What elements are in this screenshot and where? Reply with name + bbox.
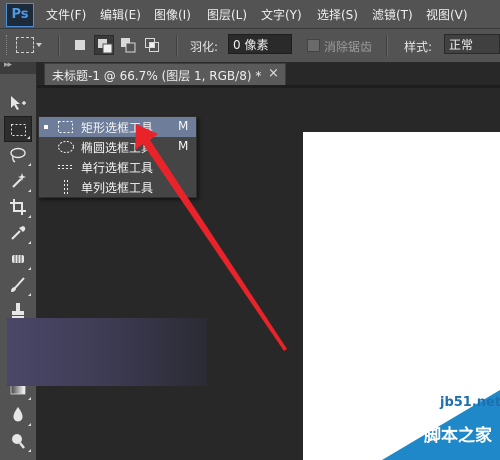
lasso-tool[interactable] <box>4 142 32 168</box>
blur-drop-icon <box>13 407 23 422</box>
watermark-name: 脚本之家 <box>424 426 492 446</box>
new-selection-button[interactable] <box>70 35 90 55</box>
magic-wand-tool[interactable] <box>4 168 32 194</box>
tools-panel: ▸▸ <box>0 60 37 460</box>
collapse-icon[interactable]: ▸▸ <box>4 60 12 70</box>
elliptical-marquee-icon <box>58 141 74 153</box>
menu-type[interactable]: 文字(Y) <box>261 6 302 23</box>
options-bar: 羽化: 0 像素 消除锯齿 样式: 正常 <box>0 29 500 63</box>
flyout-item-single-row-marquee[interactable]: 单行选框工具 <box>39 157 196 177</box>
blurred-region <box>7 318 207 386</box>
style-label: 样式: <box>404 40 433 54</box>
marquee-tools-flyout: 矩形选框工具 M 椭圆选框工具 M 单行选框工具 单列选框工具 <box>38 116 197 198</box>
options-grip[interactable] <box>6 35 9 55</box>
feather-input[interactable]: 0 像素 <box>228 34 292 54</box>
tool-group-indicator <box>28 215 31 218</box>
magic-wand-icon <box>12 173 26 188</box>
move-tool[interactable] <box>4 90 32 116</box>
dodge-tool[interactable] <box>4 428 32 454</box>
watermark-url: jb51.net <box>440 395 500 410</box>
feather-label: 羽化: <box>190 40 219 54</box>
document-tab[interactable]: 未标题-1 @ 66.7% (图层 1, RGB/8) * × <box>44 63 286 86</box>
new-selection-icon <box>75 40 85 50</box>
intersect-selection-button[interactable] <box>142 35 162 55</box>
brush-icon <box>11 277 25 292</box>
flyout-item-shortcut: M <box>178 119 189 133</box>
move-icon <box>11 96 26 110</box>
divider <box>58 35 60 57</box>
flyout-item-shortcut: M <box>178 139 189 153</box>
healing-brush-icon <box>12 255 24 263</box>
style-select[interactable]: 正常 <box>444 34 500 54</box>
menu-image[interactable]: 图像(I) <box>154 6 191 23</box>
tool-group-indicator <box>28 423 31 426</box>
tool-preset-icon[interactable] <box>16 37 34 53</box>
rectangular-marquee-icon <box>11 124 26 136</box>
antialias-checkbox[interactable] <box>307 39 320 52</box>
tool-group-indicator <box>27 136 30 139</box>
intersect-selection-icon <box>145 38 159 52</box>
flyout-item-single-column-marquee[interactable]: 单列选框工具 <box>39 177 196 197</box>
tool-group-indicator <box>28 293 31 296</box>
tools-panel-header[interactable]: ▸▸ <box>0 60 36 74</box>
crop-tool[interactable] <box>4 194 32 220</box>
tool-group-indicator <box>28 397 31 400</box>
flyout-item-label: 单列选框工具 <box>81 181 154 195</box>
menu-layer[interactable]: 图层(L) <box>207 6 247 23</box>
subtract-from-selection-icon <box>121 38 136 53</box>
tab-divider <box>37 85 500 88</box>
menu-filter[interactable]: 滤镜(T) <box>372 6 413 23</box>
flyout-item-label: 矩形选框工具 <box>81 121 154 135</box>
eyedropper-icon <box>11 226 26 240</box>
rectangular-marquee-icon <box>58 121 73 133</box>
subtract-from-selection-button[interactable] <box>118 35 138 55</box>
eyedropper-tool[interactable] <box>4 220 32 246</box>
tool-group-indicator <box>28 163 31 166</box>
flyout-item-rectangular-marquee[interactable]: 矩形选框工具 M <box>39 117 196 137</box>
single-column-marquee-icon <box>64 180 68 194</box>
add-to-selection-icon <box>98 39 113 54</box>
lasso-icon <box>10 147 26 163</box>
tool-group-indicator <box>28 267 31 270</box>
photoshop-logo: Ps <box>6 3 34 27</box>
flyout-item-label: 椭圆选框工具 <box>81 141 154 155</box>
healing-brush-tool[interactable] <box>4 246 32 272</box>
flyout-item-elliptical-marquee[interactable]: 椭圆选框工具 M <box>39 137 196 157</box>
menu-file[interactable]: 文件(F) <box>46 6 86 23</box>
single-row-marquee-icon <box>58 165 74 169</box>
rectangular-marquee-tool[interactable] <box>4 116 32 142</box>
add-to-selection-button[interactable] <box>94 35 114 55</box>
antialias-label: 消除锯齿 <box>324 40 373 54</box>
document-title: 未标题-1 @ 66.7% (图层 1, RGB/8) * <box>52 69 262 83</box>
menu-bar: Ps 文件(F) 编辑(E) 图像(I) 图层(L) 文字(Y) 选择(S) 滤… <box>0 0 500 29</box>
menu-edit[interactable]: 编辑(E) <box>100 6 141 23</box>
close-icon[interactable]: × <box>268 66 279 81</box>
tool-group-indicator <box>28 449 31 452</box>
brush-tool[interactable] <box>4 272 32 298</box>
tool-group-indicator <box>28 241 31 244</box>
selected-bullet-icon <box>44 125 48 129</box>
blur-tool[interactable] <box>4 402 32 428</box>
dodge-icon <box>12 434 25 449</box>
menu-select[interactable]: 选择(S) <box>317 6 358 23</box>
crop-icon <box>10 199 26 215</box>
divider <box>176 35 178 57</box>
flyout-item-label: 单行选框工具 <box>81 161 154 175</box>
tool-group-indicator <box>28 189 31 192</box>
chevron-down-icon[interactable] <box>36 43 42 47</box>
divider <box>386 35 388 57</box>
menu-view[interactable]: 视图(V) <box>426 6 468 23</box>
